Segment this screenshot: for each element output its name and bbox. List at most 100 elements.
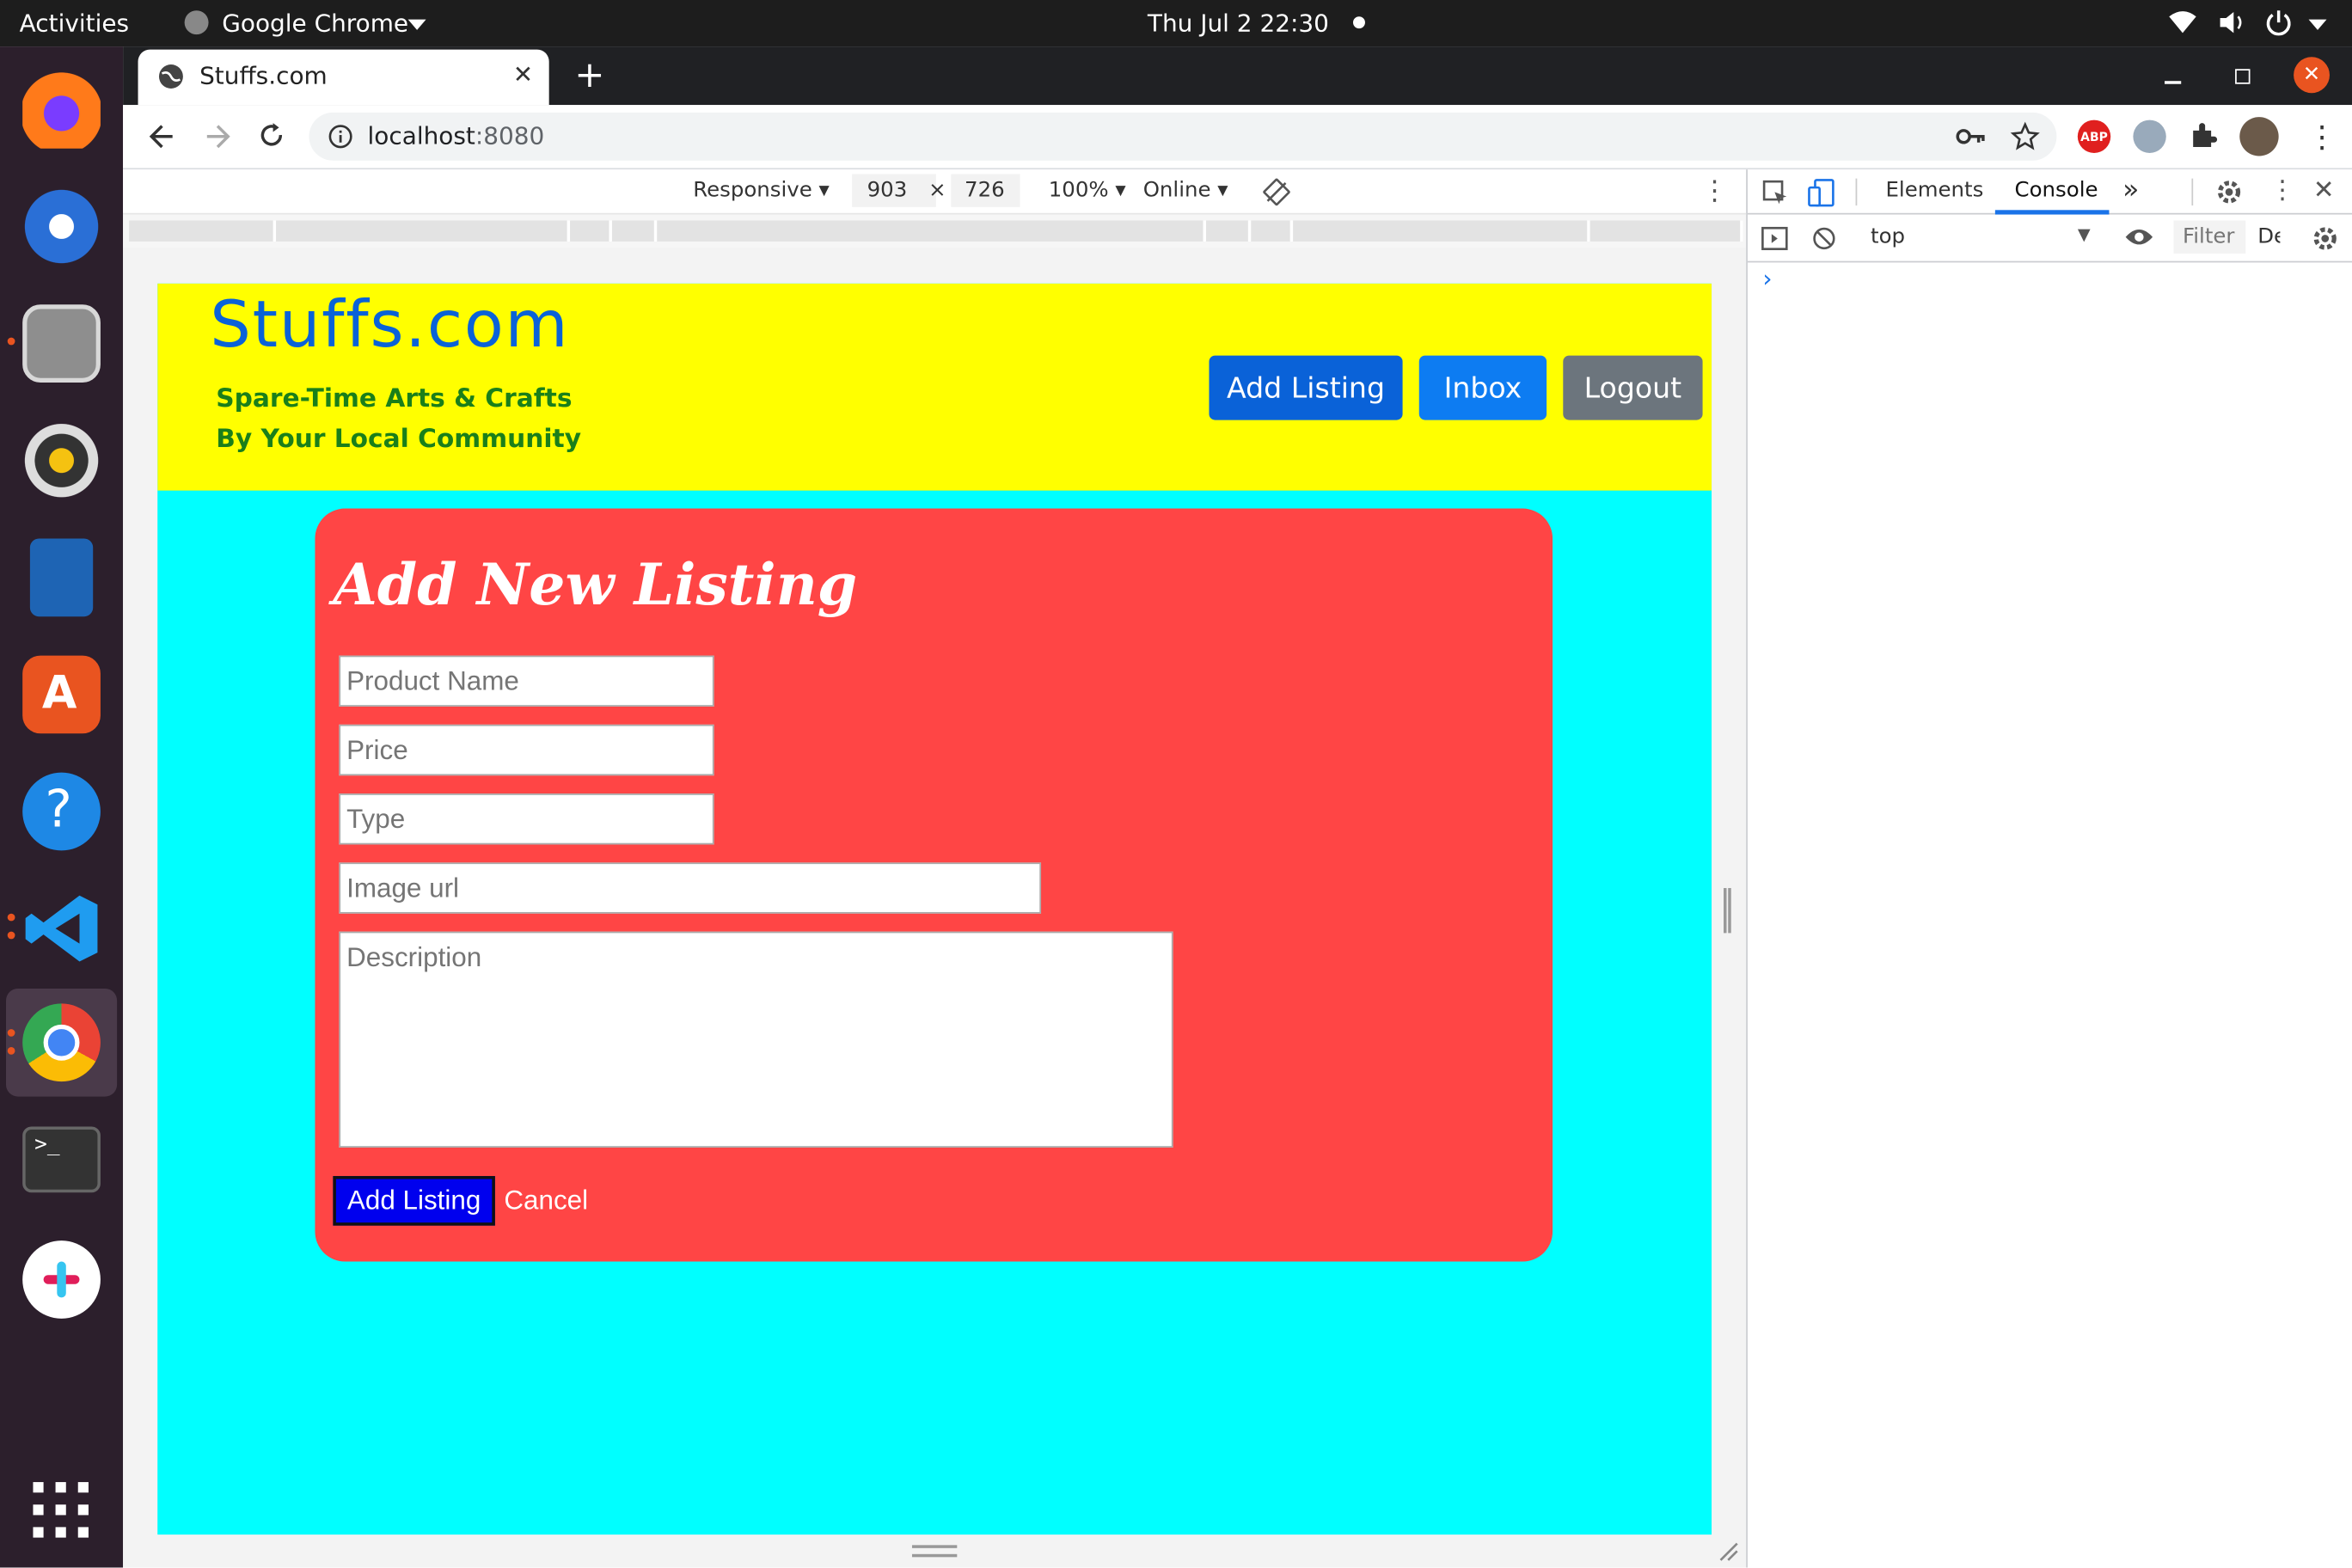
chrome-small-icon — [184, 10, 209, 35]
activities-button[interactable]: Activities — [20, 9, 129, 37]
tab-close-icon[interactable]: ✕ — [513, 60, 533, 89]
filter-input[interactable] — [2173, 220, 2246, 254]
devtools-tab-bar: Elements Console » ⋮ ✕ — [1747, 169, 2352, 215]
minimize-icon[interactable] — [2165, 81, 2182, 84]
back-icon[interactable] — [147, 121, 177, 151]
tab-stuffs[interactable]: Stuffs.com ✕ — [138, 49, 549, 106]
address-bar[interactable]: localhost:8080 — [309, 112, 2057, 161]
context-select[interactable]: top — [1871, 225, 1905, 249]
running-indicator — [7, 931, 15, 940]
tab-title: Stuffs.com — [199, 61, 328, 90]
key-icon[interactable] — [1956, 125, 1986, 149]
sidebar-toggle-icon[interactable] — [1761, 226, 1788, 250]
type-input[interactable] — [339, 793, 714, 845]
image-url-input[interactable] — [339, 862, 1042, 914]
dimension-separator: × — [928, 178, 946, 203]
dock: A ? >_ — [0, 46, 124, 1568]
devtools-panel: Elements Console » ⋮ ✕ top ▼ De › — [1746, 169, 2352, 1568]
inspect-element-icon[interactable] — [1762, 180, 1789, 206]
new-tab-button[interactable]: + — [574, 54, 604, 96]
description-textarea[interactable] — [339, 931, 1173, 1148]
wifi-icon[interactable] — [2168, 9, 2198, 35]
avatar[interactable] — [2239, 117, 2279, 156]
eye-icon[interactable] — [2124, 226, 2154, 247]
chrome-icon[interactable] — [22, 1003, 101, 1082]
files-icon[interactable] — [22, 304, 101, 383]
running-indicator — [7, 913, 15, 922]
system-top-bar: Activities Google Chrome Thu Jul 2 22:30 — [0, 0, 2352, 47]
notification-dot-icon — [1352, 16, 1365, 29]
chevron-down-icon — [407, 19, 426, 30]
cancel-link[interactable]: Cancel — [504, 1185, 588, 1217]
media-query-bar[interactable] — [123, 214, 1747, 248]
device-toggle-icon[interactable] — [1808, 179, 1838, 209]
tagline-line-2: By Your Local Community — [216, 424, 582, 455]
clock[interactable]: Thu Jul 2 22:30 — [1148, 9, 1329, 37]
page-viewport: Stuffs.com Spare-Time Arts & Crafts By Y… — [157, 283, 1712, 1535]
show-applications-icon[interactable] — [33, 1482, 89, 1539]
adblock-icon[interactable]: ABP — [2077, 119, 2111, 153]
tagline-line-1: Spare-Time Arts & Crafts — [216, 383, 573, 414]
terminal-icon[interactable]: >_ — [22, 1126, 101, 1193]
width-input[interactable]: 903 — [852, 174, 936, 207]
bottom-resize-handle[interactable] — [911, 1545, 958, 1558]
chrome-menu-icon[interactable]: ⋮ — [2307, 119, 2337, 155]
reload-icon[interactable] — [256, 120, 286, 150]
add-listing-submit-button[interactable]: Add Listing — [333, 1176, 495, 1226]
globe-icon — [158, 64, 183, 89]
inbox-button[interactable]: Inbox — [1418, 355, 1547, 420]
close-devtools-icon[interactable]: ✕ — [2313, 175, 2335, 205]
running-indicator — [7, 337, 15, 346]
rotate-icon[interactable] — [1263, 178, 1290, 206]
firefox-icon[interactable] — [22, 70, 101, 149]
close-window-icon[interactable]: ✕ — [2294, 57, 2330, 94]
running-indicator — [7, 1047, 15, 1055]
tab-console[interactable]: Console — [2015, 179, 2098, 203]
console-prompt[interactable]: › — [1762, 264, 1772, 292]
throttle-select[interactable]: Online ▾ — [1143, 179, 1228, 203]
context-chevron-icon: ▼ — [2077, 224, 2091, 245]
log-levels-select[interactable]: De — [2257, 225, 2280, 249]
add-listing-nav-button[interactable]: Add Listing — [1209, 355, 1403, 420]
device-select[interactable]: Responsive ▾ — [693, 179, 830, 203]
more-tabs-button[interactable]: » — [2122, 174, 2139, 205]
rhythmbox-icon[interactable] — [22, 421, 101, 500]
restore-icon[interactable] — [2235, 69, 2251, 84]
form-title: Add New Listing — [333, 550, 858, 618]
bookmark-star-icon[interactable] — [2010, 121, 2040, 151]
tab-elements[interactable]: Elements — [1885, 179, 1983, 203]
ubuntu-software-icon[interactable]: A — [22, 655, 101, 734]
help-icon[interactable]: ? — [22, 772, 101, 851]
site-logo[interactable]: Stuffs.com — [210, 288, 569, 363]
site-header: Stuffs.com Spare-Time Arts & Crafts By Y… — [157, 283, 1712, 491]
url-host: localhost — [367, 121, 475, 150]
app-menu[interactable]: Google Chrome — [222, 9, 408, 37]
zoom-select[interactable]: 100% ▾ — [1049, 179, 1126, 203]
price-input[interactable] — [339, 724, 714, 776]
add-listing-card: Add New Listing Add Listing Cancel — [315, 508, 1553, 1262]
corner-resize-icon[interactable] — [1718, 1540, 1738, 1561]
forward-icon[interactable] — [203, 121, 233, 151]
slack-icon[interactable] — [22, 1240, 101, 1319]
libreoffice-writer-icon[interactable] — [29, 538, 94, 617]
vscode-icon[interactable] — [22, 890, 101, 968]
thunderbird-icon[interactable] — [22, 187, 101, 266]
height-input[interactable]: 726 — [951, 174, 1020, 207]
logout-button[interactable]: Logout — [1563, 355, 1703, 420]
extension-icon[interactable] — [2133, 119, 2166, 153]
info-icon[interactable] — [328, 125, 352, 149]
running-indicator — [7, 1029, 15, 1037]
system-menu-chevron-icon[interactable] — [2308, 19, 2327, 30]
settings-gear-icon[interactable] — [2215, 179, 2242, 205]
right-resize-handle[interactable] — [1724, 888, 1731, 934]
console-toolbar: top ▼ De — [1747, 215, 2352, 263]
clear-console-icon[interactable] — [1812, 226, 1836, 250]
volume-icon[interactable] — [2217, 10, 2247, 34]
devtools-menu-icon[interactable]: ⋮ — [2269, 175, 2295, 205]
url-port: :8080 — [475, 121, 545, 150]
power-icon[interactable] — [2265, 9, 2292, 36]
device-toolbar-menu-icon[interactable]: ⋮ — [1701, 175, 1728, 207]
extensions-puzzle-icon[interactable] — [2189, 120, 2219, 150]
product-name-input[interactable] — [339, 655, 714, 707]
console-settings-gear-icon[interactable] — [2312, 225, 2338, 252]
